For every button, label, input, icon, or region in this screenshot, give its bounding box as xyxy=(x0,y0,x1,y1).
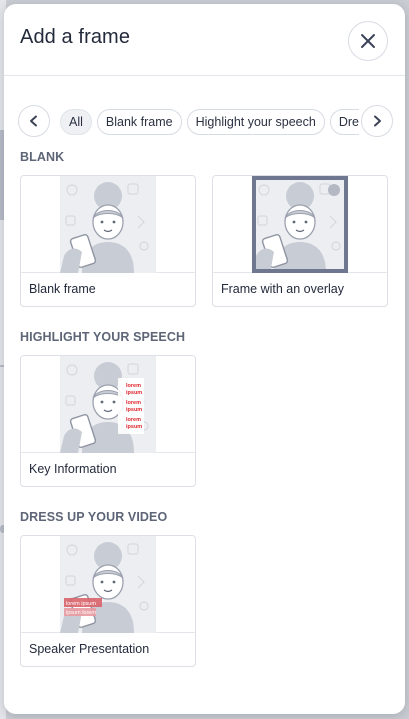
filter-bar: AllBlank frameHighlight your speechDress… xyxy=(18,105,393,137)
frame-card-frame-with-overlay[interactable]: Frame with an overlay xyxy=(212,175,388,307)
scroll-left-button[interactable] xyxy=(18,105,50,137)
dialog-header: Add a frame xyxy=(4,4,405,76)
dialog-title: Add a frame xyxy=(20,26,131,48)
frame-card-speaker-presentation[interactable]: lorem ipsum ipsum lorem Speaker Presenta… xyxy=(20,535,196,667)
card-thumbnail xyxy=(213,176,387,273)
card-label: Frame with an overlay xyxy=(221,282,344,296)
section-heading-highlight-your-speech: HIGHLIGHT YOUR SPEECH xyxy=(20,330,186,344)
speaker-illustration-icon: lorem ipsum lorem ipsum lorem ipsum xyxy=(60,356,156,453)
add-frame-dialog: Add a frame All Blank frame Highlight your… xyxy=(4,4,405,714)
card-label: Blank frame xyxy=(29,282,96,296)
chevron-right-icon xyxy=(374,115,381,127)
speaker-illustration-icon xyxy=(60,176,156,273)
close-button[interactable] xyxy=(348,21,388,61)
card-thumbnail: lorem ipsum lorem ipsum lorem ipsum xyxy=(21,356,195,453)
frame-card-blank-frame[interactable]: Blank frame xyxy=(20,175,196,307)
chip-dress-up-your-video[interactable]: Dress up your video xyxy=(329,109,359,135)
overlay-text: lorem ipsum xyxy=(66,601,96,607)
card-label: Key Information xyxy=(29,462,117,476)
filter-chips: AllBlank frameHighlight your speechDress… xyxy=(60,109,359,135)
scroll-right-button[interactable] xyxy=(361,105,393,137)
chip-highlight-your-speech[interactable]: Highlight your speech xyxy=(186,109,325,135)
card-thumbnail xyxy=(21,176,195,273)
overlay-text: ipsum xyxy=(126,390,142,396)
overlay-text: ipsum lorem xyxy=(66,610,96,616)
overlay-text: ipsum xyxy=(126,407,142,413)
overlay-text: lorem xyxy=(126,383,141,389)
section-heading-dress-up-your-video: DRESS UP YOUR VIDEO xyxy=(20,510,168,524)
speaker-illustration-icon: lorem ipsum ipsum lorem xyxy=(60,536,156,633)
section-heading-blank: BLANK xyxy=(20,150,65,164)
frame-card-key-information[interactable]: lorem ipsum lorem ipsum lorem ipsum Key … xyxy=(20,355,196,487)
close-icon xyxy=(361,34,375,48)
card-label: Speaker Presentation xyxy=(29,642,150,656)
chip-blank-frame[interactable]: Blank frame xyxy=(96,109,182,135)
card-thumbnail: lorem ipsum ipsum lorem xyxy=(21,536,195,633)
chip-all[interactable]: All xyxy=(60,109,92,135)
chevron-left-icon xyxy=(30,115,37,127)
overlay-text: lorem xyxy=(126,400,141,406)
speaker-illustration-icon xyxy=(252,176,348,273)
overlay-text: lorem xyxy=(126,417,141,423)
overlay-text: ipsum xyxy=(126,424,142,430)
